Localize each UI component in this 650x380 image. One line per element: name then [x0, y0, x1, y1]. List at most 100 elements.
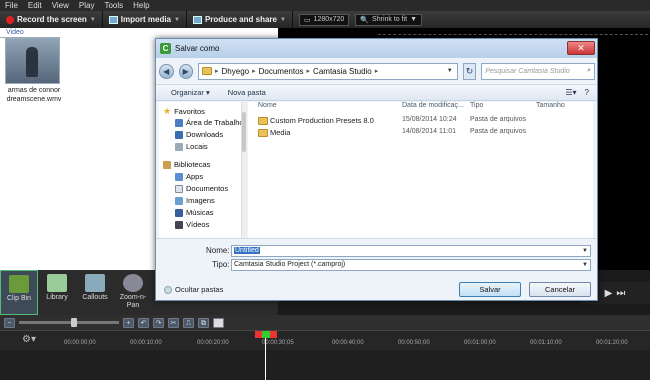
nav-item-downloads[interactable]: Downloads: [175, 130, 223, 139]
zoom-in-icon[interactable]: +: [123, 317, 134, 328]
resolution-dropdown[interactable]: ▭ 1280x720: [298, 13, 350, 26]
file-type: Pasta de arquivos: [470, 128, 527, 135]
chevron-down-icon[interactable]: ▼: [582, 246, 588, 256]
menu-file[interactable]: File: [5, 1, 18, 10]
forward-icon[interactable]: ▶: [178, 63, 193, 79]
nav-item-desktop[interactable]: Área de Trabalho: [175, 118, 244, 127]
cut-icon[interactable]: ✂: [168, 317, 179, 328]
column-header-type[interactable]: Tipo: [470, 102, 483, 109]
organize-button[interactable]: Organizar ▾: [171, 88, 210, 97]
column-header-date[interactable]: Data de modificaç...: [402, 102, 464, 109]
dialog-bottom: Nome: Untitled ▼ Tipo: Camtasia Studio P…: [156, 238, 597, 300]
timeline-ruler[interactable]: 00:00:00;00 00:00:10;00 00:00:20;00 00:0…: [0, 330, 650, 350]
file-type-value: Camtasia Studio Project (*.camproj): [234, 261, 346, 268]
back-icon[interactable]: ◀: [159, 63, 174, 79]
zoom-slider-knob[interactable]: [71, 318, 77, 327]
tab-label: Callouts: [82, 294, 108, 301]
close-button[interactable]: ✕: [567, 41, 595, 55]
breadcrumb-item[interactable]: Dhyego: [222, 67, 250, 76]
figure-silhouette: [26, 47, 38, 77]
hide-folders-toggle[interactable]: Ocultar pastas: [164, 285, 223, 294]
refresh-icon[interactable]: ↻: [462, 62, 477, 80]
places-icon: [175, 142, 183, 151]
paste-icon[interactable]: [213, 317, 224, 328]
fit-dropdown[interactable]: 🔍 Shrink to fit ▼: [355, 13, 422, 26]
separator-icon: ▸: [252, 68, 256, 75]
separator-icon: ▸: [306, 68, 311, 75]
menu-edit[interactable]: Edit: [28, 1, 42, 10]
breadcrumb-item[interactable]: Camtasia Studio: [313, 67, 372, 76]
nav-item-apps[interactable]: Apps: [175, 172, 203, 181]
menu-tools[interactable]: Tools: [104, 1, 123, 10]
copy-icon[interactable]: ⧉: [198, 317, 209, 328]
documents-icon: [175, 184, 183, 193]
menu-bar: File Edit View Play Tools Help: [0, 0, 650, 11]
play-icon[interactable]: ▶: [605, 288, 613, 299]
main-toolbar: Record the screen ▼ Import media ▼ Produ…: [0, 11, 650, 28]
playhead-handle[interactable]: [262, 331, 270, 338]
star-icon: ★: [163, 106, 172, 116]
record-icon: [6, 15, 14, 24]
ruler-tick: 00:00:50;00: [398, 340, 430, 346]
navigation-pane: ★ Favoritos Área de Trabalho Downloads L…: [159, 102, 247, 238]
resolution-value: 1280x720: [313, 16, 345, 23]
nav-label: Apps: [186, 172, 204, 181]
zoom-out-icon[interactable]: −: [4, 317, 15, 328]
help-icon[interactable]: ?: [585, 88, 589, 97]
tab-callouts[interactable]: Callouts: [76, 270, 114, 315]
record-screen-button[interactable]: Record the screen ▼: [0, 11, 103, 28]
video-section-header: Video: [0, 28, 60, 38]
nav-favorites[interactable]: ★ Favoritos: [163, 106, 205, 117]
nav-item-music[interactable]: Músicas: [175, 208, 214, 217]
file-row[interactable]: Custom Production Presets 8.0 15/08/2014…: [248, 116, 593, 127]
undo-icon[interactable]: ↶: [138, 317, 149, 328]
search-input[interactable]: Pesquisar Camtasia Studio ⌕: [481, 62, 595, 80]
cancel-button[interactable]: Cancelar: [529, 282, 591, 297]
nav-item-pictures[interactable]: Imagens: [175, 196, 215, 205]
dialog-title: Salvar como: [175, 44, 220, 53]
file-date: 14/08/2014 11:01: [402, 128, 456, 135]
menu-view[interactable]: View: [52, 1, 69, 10]
clip-thumbnail[interactable]: [5, 38, 60, 84]
clip-label: armas de connor dreamscene.wmv: [6, 87, 62, 103]
file-name-input[interactable]: Untitled ▼: [231, 245, 591, 257]
menu-play[interactable]: Play: [79, 1, 95, 10]
import-media-button[interactable]: Import media ▼: [103, 11, 187, 28]
tab-zoom-n-pan[interactable]: Zoom-n-Pan: [114, 270, 152, 315]
view-options-icon[interactable]: ☰▾: [565, 88, 576, 97]
new-folder-button[interactable]: Nova pasta: [228, 88, 266, 97]
gear-icon[interactable]: ⚙▾: [22, 334, 36, 345]
save-button[interactable]: Salvar: [459, 282, 521, 297]
nav-label: Locais: [186, 142, 208, 151]
zoom-slider[interactable]: [19, 318, 119, 327]
import-label: Import media: [120, 15, 171, 24]
file-date: 15/08/2014 10:24: [402, 116, 457, 123]
nav-item-videos[interactable]: Vídeos: [175, 220, 209, 229]
column-header-name[interactable]: Nome: [258, 102, 277, 109]
folder-icon: [258, 117, 268, 125]
nav-scrollbar-thumb[interactable]: [242, 112, 246, 152]
nav-label: Área de Trabalho: [186, 118, 244, 127]
tab-clip-bin[interactable]: Clip Bin: [0, 270, 38, 315]
produce-share-button[interactable]: Produce and share ▼: [187, 11, 293, 28]
breadcrumb-item[interactable]: Documentos: [259, 67, 304, 76]
address-bar[interactable]: ▸ Dhyego ▸ Documentos ▸ Camtasia Studio …: [198, 62, 458, 80]
file-type-select[interactable]: Camtasia Studio Project (*.camproj) ▼: [231, 259, 591, 271]
nav-item-places[interactable]: Locais: [175, 142, 208, 151]
redo-icon[interactable]: ↷: [153, 317, 164, 328]
timeline-tracks[interactable]: [0, 350, 650, 380]
column-header-size[interactable]: Tamanho: [536, 102, 565, 109]
search-icon: ⌕: [587, 67, 591, 74]
split-icon[interactable]: ⎍: [183, 317, 194, 328]
separator-icon: ▸: [374, 68, 379, 75]
next-icon[interactable]: ⏭: [616, 288, 625, 299]
file-row[interactable]: Media 14/08/2014 11:01 Pasta de arquivos: [248, 128, 593, 139]
music-icon: [175, 208, 183, 217]
chevron-down-icon[interactable]: ▼: [447, 68, 457, 74]
nav-libraries[interactable]: Bibliotecas: [163, 160, 210, 169]
produce-label: Produce and share: [204, 15, 277, 24]
tab-library[interactable]: Library: [38, 270, 76, 315]
menu-help[interactable]: Help: [133, 1, 149, 10]
nav-item-documents[interactable]: Documentos: [175, 184, 228, 193]
tab-label: Clip Bin: [6, 295, 32, 302]
